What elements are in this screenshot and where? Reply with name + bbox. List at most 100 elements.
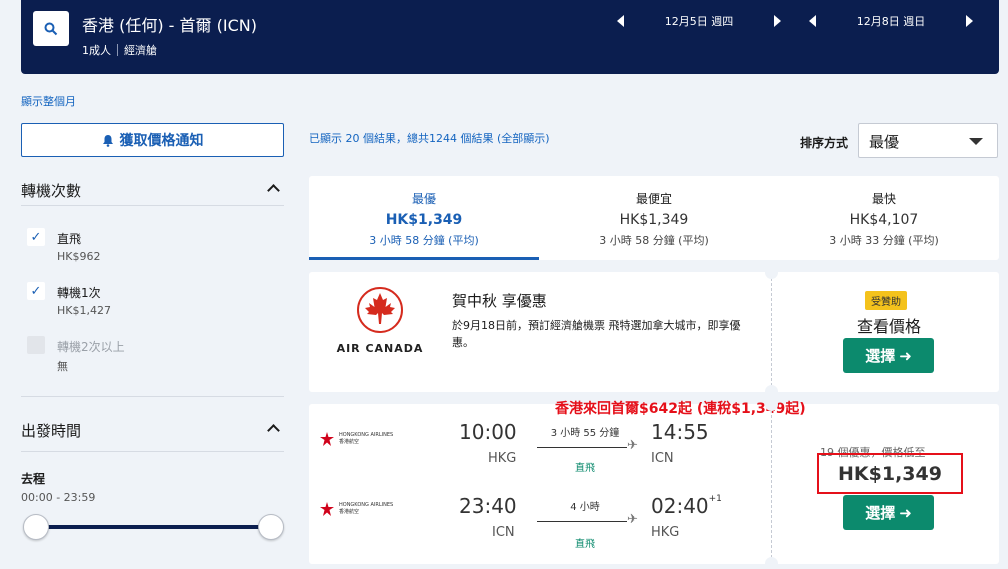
outbound-label: 去程 (21, 472, 46, 486)
divider (117, 44, 118, 56)
stops-option-label: 直飛 (57, 232, 82, 246)
chevron-down-icon (969, 138, 983, 145)
airline-name-zh: 香港航空 (339, 509, 360, 515)
divider (771, 410, 772, 558)
tab-best[interactable]: 最優 HK$1,349 3 小時 58 分鐘 (平均) (309, 176, 539, 260)
prev-depart-date-icon[interactable] (617, 15, 624, 27)
passenger-count: 1成人 (82, 44, 111, 57)
stops-option-label: 轉機2次以上 (57, 340, 125, 354)
sort-tabs: 最優 HK$1,349 3 小時 58 分鐘 (平均) 最便宜 HK$1,349… (309, 176, 999, 260)
arrive-time: 14:55 (651, 420, 709, 444)
select-label: 選擇 (865, 347, 896, 365)
view-price-text: 查看價格 (857, 317, 922, 336)
airline-logo: HONGKONG AIRLINES 香港航空 (320, 432, 393, 446)
flight-price: HK$1,349 (817, 453, 963, 494)
plane-icon: ✈ (627, 438, 638, 453)
results-summary[interactable]: 已顯示 20 個結果，總共1244 個結果 (全部顯示) (309, 130, 550, 146)
time-slider-track[interactable] (36, 525, 272, 529)
depart-date[interactable]: 12月5日 週四 (624, 13, 774, 29)
flight-duration: 3 小時 55 分鐘 (550, 428, 620, 439)
route-title[interactable]: 香港 (任何) - 首爾 (ICN) (82, 12, 257, 36)
arrive-time-value: 02:40 (651, 494, 709, 518)
flight-duration: 4 小時 (570, 502, 600, 513)
collapse-stops-icon[interactable] (267, 184, 280, 197)
stops-filter-title[interactable]: 轉機次數 (21, 180, 81, 201)
next-day-indicator: +1 (708, 494, 722, 504)
flight-result-card[interactable]: 香港來回首爾$642起 (連稅$1,349起) HONGKONG AIRLINE… (309, 398, 999, 569)
airline-name-en: HONGKONG AIRLINES (339, 502, 394, 508)
divider (21, 451, 284, 452)
checkbox-checked-icon[interactable]: ✓ (27, 282, 45, 300)
sort-select[interactable]: 最優 (858, 123, 998, 158)
airline-name-zh: 香港航空 (339, 439, 360, 445)
time-slider-end-handle[interactable] (258, 514, 284, 540)
stops-option-price: HK$1,427 (57, 304, 111, 317)
sponsored-badge: 受贊助 (865, 291, 907, 310)
checkbox-disabled-icon (27, 336, 45, 354)
time-slider-start-handle[interactable] (23, 514, 49, 540)
select-label: 選擇 (865, 504, 896, 522)
tab-fastest[interactable]: 最快 HK$4,107 3 小時 33 分鐘 (平均) (769, 176, 999, 260)
tab-name: 最便宜 (635, 192, 672, 206)
ticket-notch (765, 557, 778, 569)
divider (21, 205, 284, 206)
stops-label: 直飛 (575, 539, 595, 550)
airline-name-en: HONGKONG AIRLINES (339, 432, 394, 438)
sort-value: 最優 (869, 133, 900, 151)
arrive-airport: ICN (651, 451, 674, 466)
arrow-right-icon: ➜ (899, 346, 912, 365)
tab-price: HK$1,349 (385, 212, 463, 228)
price-alert-button[interactable]: 獲取價格通知 (21, 123, 284, 157)
tab-price: HK$1,349 (619, 212, 689, 228)
return-date-nav: 12月8日 週日 (809, 13, 973, 29)
flight-path-line (537, 521, 627, 522)
outbound-range: 00:00 - 23:59 (21, 491, 96, 504)
ticket-notch (765, 385, 778, 398)
stops-label: 直飛 (575, 463, 595, 474)
tab-duration: 3 小時 58 分鐘 (平均) (369, 234, 479, 247)
maple-leaf-icon (357, 287, 403, 333)
sponsored-ad-card[interactable]: AIR CANADA 賀中秋 享優惠 於9月18日前，預訂經濟艙機票 飛特選加拿… (309, 266, 999, 398)
search-button[interactable] (33, 11, 69, 46)
tab-name: 最快 (871, 192, 896, 206)
plane-icon: ✈ (627, 512, 638, 527)
hongkong-airlines-icon (320, 502, 334, 516)
arrow-right-icon: ➜ (899, 503, 912, 522)
depart-airport: HKG (488, 451, 517, 466)
tab-price: HK$4,107 (849, 212, 919, 228)
airline-logo: HONGKONG AIRLINES 香港航空 (320, 502, 393, 516)
checkbox-checked-icon[interactable]: ✓ (27, 228, 45, 246)
air-canada-logo: AIR CANADA (335, 286, 425, 355)
depart-airport: ICN (492, 525, 515, 540)
next-depart-date-icon[interactable] (774, 15, 781, 27)
arrive-airport: HKG (651, 525, 680, 540)
ticket-notch (765, 398, 778, 411)
departure-time-title[interactable]: 出發時間 (21, 420, 81, 441)
divider (21, 396, 284, 397)
passenger-cabin-summary[interactable]: 1成人 經濟艙 (82, 42, 157, 58)
return-date[interactable]: 12月8日 週日 (816, 13, 966, 29)
divider (771, 278, 772, 386)
ad-select-button[interactable]: 選擇 ➜ (843, 338, 934, 373)
stops-option-price: 無 (57, 360, 68, 373)
ad-description: 於9月18日前，預訂經濟艙機票 飛特選加拿大城市，即享優惠。 (452, 319, 741, 349)
price-alert-label: 獲取價格通知 (119, 133, 204, 149)
flight-select-button[interactable]: 選擇 ➜ (843, 495, 934, 530)
airline-name: AIR CANADA (336, 342, 424, 355)
arrive-time: 02:40+1 (651, 494, 722, 518)
bell-icon (102, 134, 113, 147)
show-whole-month-link[interactable]: 顯示整個月 (21, 93, 76, 109)
flight-path-line (537, 447, 627, 448)
tab-cheapest[interactable]: 最便宜 HK$1,349 3 小時 58 分鐘 (平均) (539, 176, 769, 260)
depart-time: 10:00 (459, 420, 517, 444)
depart-time: 23:40 (459, 494, 517, 518)
collapse-time-icon[interactable] (267, 424, 280, 437)
tab-duration: 3 小時 33 分鐘 (平均) (829, 234, 939, 247)
search-header: 香港 (任何) - 首爾 (ICN) 1成人 經濟艙 12月5日 週四 12月8… (21, 0, 999, 74)
next-return-date-icon[interactable] (966, 15, 973, 27)
prev-return-date-icon[interactable] (809, 15, 816, 27)
sort-label: 排序方式 (800, 136, 849, 150)
tab-duration: 3 小時 58 分鐘 (平均) (599, 234, 709, 247)
stops-option-label: 轉機1次 (57, 286, 101, 300)
ticket-notch (765, 266, 778, 279)
